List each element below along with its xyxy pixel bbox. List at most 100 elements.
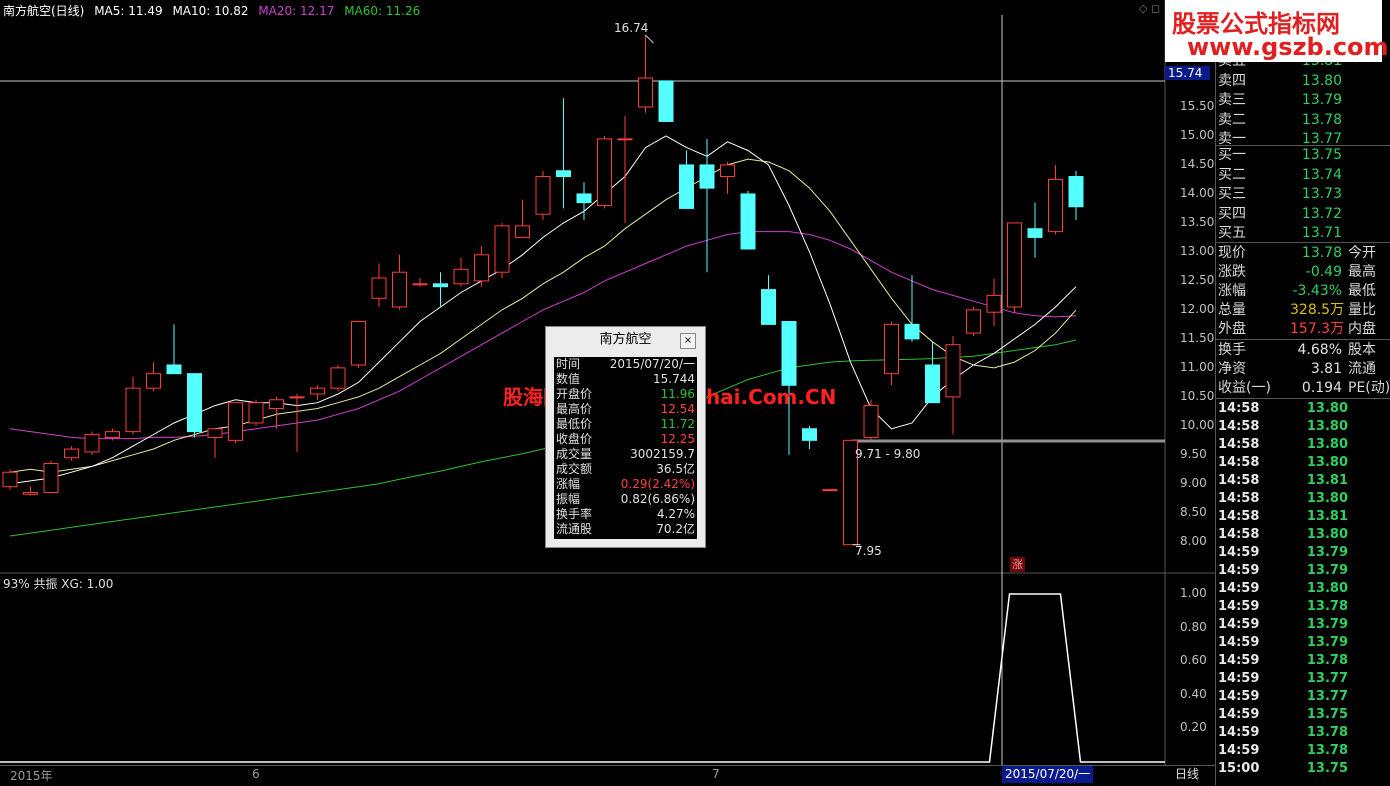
bid-label: 买一 — [1218, 147, 1246, 163]
tick-price: 13.78 — [1306, 599, 1348, 614]
info-row-value: 70.2亿 — [656, 522, 695, 536]
low-annotation: 7.95 — [855, 544, 882, 558]
tick-time: 14:59 — [1218, 599, 1260, 614]
tick-time: 15:00 — [1218, 761, 1260, 776]
candle-body-up — [125, 387, 141, 433]
candle-body-up — [1048, 178, 1063, 233]
tick-price: 13.80 — [1306, 455, 1348, 470]
info-row-value: 0.29(2.42%) — [620, 477, 695, 491]
ask-label: 卖四 — [1218, 72, 1246, 89]
candle-body-up — [269, 399, 284, 409]
tick-time: 14:58 — [1218, 527, 1260, 542]
stat-value: 3.81 — [1310, 361, 1342, 377]
info-row-label: 振幅 — [556, 492, 581, 506]
tick-price: 13.78 — [1306, 743, 1348, 758]
price-axis-tick: 13.00 — [1180, 243, 1215, 258]
tick-time: 14:58 — [1218, 473, 1260, 488]
stat-label: 净资 — [1218, 361, 1246, 377]
candle-body-up — [720, 164, 735, 178]
bid-price: 13.74 — [1301, 166, 1342, 183]
quote-panel: 卖五13.81卖四13.80卖三13.79卖二13.78卖一13.77买一13.… — [1215, 0, 1390, 785]
info-row-label: 流通股 — [556, 522, 593, 536]
indicator-axis-tick: 0.80 — [1180, 619, 1207, 634]
candle-body-up — [310, 387, 325, 395]
info-row: 成交量 3002159.7 — [554, 447, 697, 463]
indicator-axis-tick: 0.20 — [1180, 720, 1207, 735]
info-row-label: 数值 — [556, 372, 581, 386]
info-row-label: 开盘价 — [556, 387, 593, 401]
stat-label2: PE(动) — [1348, 380, 1390, 396]
info-row-value: 11.96 — [660, 387, 695, 401]
info-row: 振幅 0.82(6.86%) — [554, 492, 697, 508]
tick-time: 14:58 — [1218, 419, 1260, 434]
candle-body-down — [761, 289, 776, 325]
tick-price: 13.80 — [1306, 581, 1348, 596]
candle-body-up — [248, 402, 264, 424]
period-button[interactable]: 日线 — [1175, 766, 1199, 783]
date-axis: 2015年 6 7 2015/07/20/一 日线 — [0, 765, 1215, 786]
stat-label2: 今开 — [1348, 245, 1376, 261]
bid-label: 买四 — [1218, 205, 1246, 222]
info-row: 最低价 11.72 — [554, 417, 697, 433]
tick-price: 13.79 — [1306, 635, 1348, 650]
candle-body-up — [228, 402, 243, 441]
tick-time: 14:58 — [1218, 491, 1260, 506]
candle-body-down — [679, 164, 694, 209]
stat-value: 328.5万 — [1290, 302, 1345, 318]
stat-value: 157.3万 — [1290, 321, 1345, 337]
candle-body-up — [474, 254, 489, 282]
price-axis-tick: 10.00 — [1180, 417, 1215, 432]
tick-price: 13.80 — [1306, 527, 1348, 542]
info-row-value: 15.744 — [653, 372, 695, 386]
candle-body-up — [822, 489, 838, 492]
info-row: 流通股 70.2亿 — [554, 522, 697, 538]
info-popup[interactable]: 南方航空 × 时间 2015/07/20/一 数值 15.744 开盘价 11.96 最高价… — [545, 326, 706, 548]
tick-price: 13.80 — [1306, 437, 1348, 452]
stat-value: 0.194 — [1301, 380, 1342, 396]
candle-body-up — [638, 77, 653, 108]
price-axis-tick: 8.50 — [1180, 504, 1207, 519]
candle-body-up — [23, 492, 38, 495]
stock-title: 南方航空(日线) — [3, 4, 85, 18]
bid-price: 13.71 — [1301, 225, 1342, 241]
candle-body-up — [330, 367, 346, 389]
stat-label2: 股本 — [1348, 342, 1376, 358]
info-row: 数值 15.744 — [554, 372, 697, 388]
tick-time: 14:59 — [1218, 617, 1260, 632]
window-controls-icon[interactable]: ◇ ◻ — [1139, 2, 1160, 15]
candle-body-down — [925, 364, 940, 404]
info-row-label: 成交量 — [556, 447, 593, 461]
stat-label: 外盘 — [1218, 321, 1246, 337]
tick-time: 14:59 — [1218, 635, 1260, 650]
tick-time: 14:58 — [1218, 401, 1260, 416]
candle-body-down — [187, 373, 202, 433]
rise-marker-badge: 涨 — [1010, 557, 1025, 572]
tick-time: 14:59 — [1218, 545, 1260, 560]
candle-body-down — [802, 428, 817, 441]
info-popup-close-button[interactable]: × — [680, 333, 696, 349]
tick-price: 13.75 — [1306, 761, 1348, 776]
candle-body-up — [351, 320, 366, 366]
tick-time: 14:59 — [1218, 707, 1260, 722]
tick-time: 14:59 — [1218, 581, 1260, 596]
indicator-axis-tick: 0.40 — [1180, 686, 1207, 701]
ask-price: 13.79 — [1301, 92, 1342, 108]
candle-body-down — [556, 170, 571, 178]
candle-body-down — [699, 164, 715, 189]
stat-label: 涨幅 — [1218, 283, 1246, 299]
candle-body-down — [433, 283, 448, 288]
candle-body-up — [105, 431, 120, 438]
info-row-label: 成交额 — [556, 462, 593, 476]
candle-body-up — [207, 428, 223, 438]
info-row-label: 最高价 — [556, 402, 593, 416]
info-row: 最高价 12.54 — [554, 402, 697, 418]
ask-label: 卖三 — [1218, 92, 1246, 108]
stat-label2: 量比 — [1348, 302, 1376, 318]
candle-body-up — [884, 323, 899, 375]
stat-label: 现价 — [1218, 245, 1246, 261]
ask-label: 卖二 — [1218, 111, 1246, 128]
price-axis-tick: 14.00 — [1180, 185, 1215, 200]
quote-separator — [1216, 242, 1390, 243]
info-row-value: 3002159.7 — [630, 447, 695, 461]
stat-value: -0.49 — [1305, 264, 1342, 280]
